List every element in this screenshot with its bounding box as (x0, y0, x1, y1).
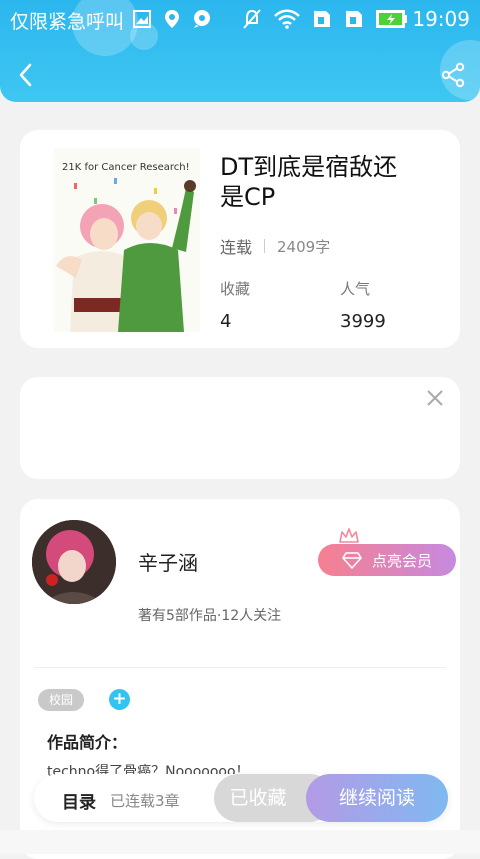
battery-icon (376, 10, 407, 28)
close-icon[interactable] (424, 387, 446, 409)
add-tag-button[interactable]: + (109, 689, 130, 710)
avatar-illustration (32, 520, 116, 604)
message-icon (194, 10, 210, 28)
tag-campus[interactable]: 校园 (38, 689, 84, 711)
share-icon[interactable] (440, 62, 466, 88)
chapter-count: 已连载3章 (110, 792, 180, 810)
carrier-text: 仅限紧急呼叫 (10, 11, 125, 33)
vip-button-label: 点亮会员 (371, 551, 432, 570)
cover-text: 21K for Cancer Research! (62, 162, 190, 173)
stat-label: 人气 (340, 280, 371, 298)
vip-button[interactable]: 点亮会员 (318, 544, 456, 576)
collected-label: 已收藏 (229, 787, 287, 809)
stat-popularity: 人气 3999 (340, 278, 386, 332)
avatar[interactable] (32, 520, 116, 604)
book-title: DT到底是宿敌还是CP (220, 153, 398, 211)
book-info-card: 21K for Cancer Research! DT到底是宿敌还是CP 连载 … (20, 130, 460, 348)
stat-favorites: 收藏 4 (220, 278, 250, 332)
crown-icon (339, 528, 359, 543)
clock: 19:09 (412, 7, 470, 31)
stat-value: 4 (220, 311, 232, 332)
stat-value: 3999 (340, 311, 386, 332)
image-icon (133, 10, 151, 28)
app-header: 仅限紧急呼叫 19:09 (0, 0, 480, 102)
status-bar: 仅限紧急呼叫 19:09 (0, 0, 480, 38)
back-icon[interactable] (14, 60, 40, 90)
mute-icon (243, 9, 261, 29)
location-icon (165, 10, 179, 28)
wifi-icon (274, 9, 300, 29)
author-name: 辛子涵 (138, 551, 198, 575)
book-status-row: 连载 2409字 (220, 234, 330, 258)
author-meta: 著有5部作品·12人关注 (138, 608, 282, 624)
ad-card (20, 377, 460, 479)
bottom-action-bar: 目录 已连载3章 已收藏 继续阅读 (34, 774, 448, 822)
sim-icon (314, 11, 330, 27)
sim-icon (346, 11, 362, 27)
bottom-strip (0, 830, 480, 854)
word-count: 2409字 (277, 237, 331, 256)
intro-title: 作品简介： (47, 733, 128, 752)
continue-reading-button[interactable]: 继续阅读 (306, 774, 448, 822)
cover-illustration: 21K for Cancer Research! (54, 148, 200, 332)
diamond-icon (342, 552, 362, 569)
toc-button[interactable]: 目录 (62, 788, 96, 813)
divider (34, 667, 446, 668)
divider (264, 239, 266, 253)
serial-status: 连载 (220, 238, 253, 257)
stat-label: 收藏 (220, 280, 251, 298)
continue-reading-label: 继续阅读 (338, 787, 415, 809)
book-cover[interactable]: 21K for Cancer Research! (54, 148, 200, 332)
